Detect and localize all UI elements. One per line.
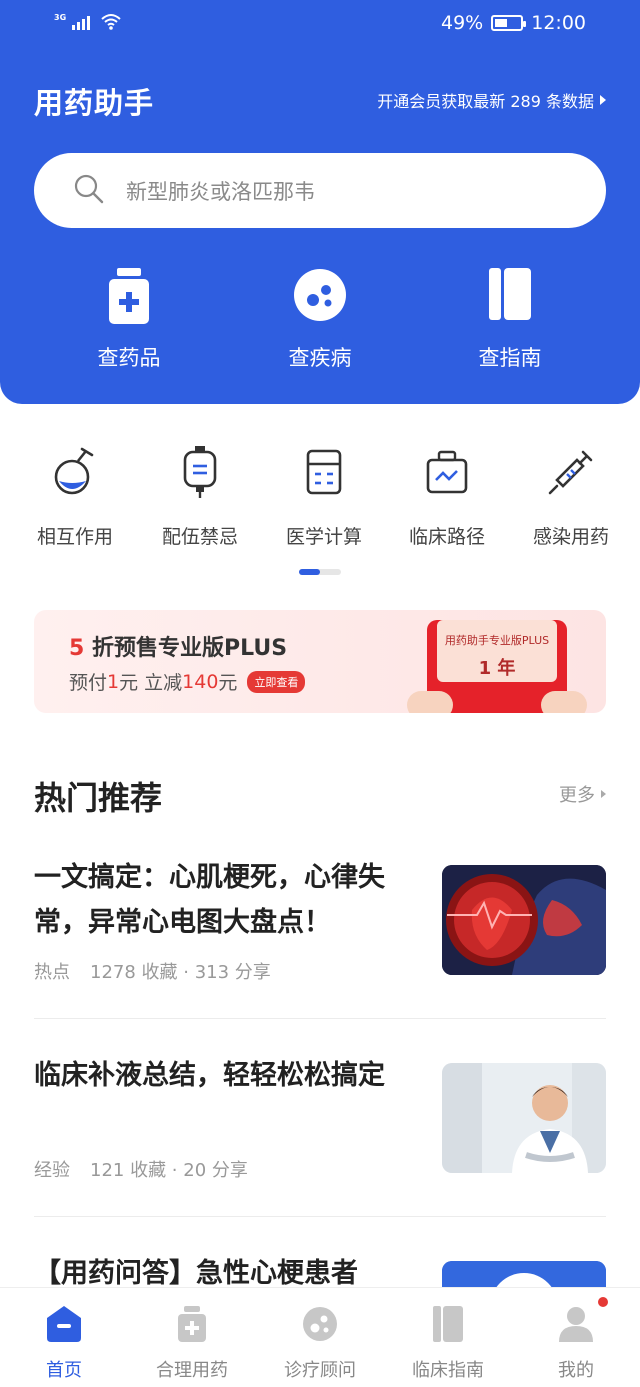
- quick-search-disease[interactable]: 查疾病: [225, 268, 415, 372]
- article-stats: 121 收藏 · 20 分享: [90, 1160, 248, 1181]
- tab-profile-label: 我的: [558, 1360, 594, 1381]
- hand-right-icon: [541, 691, 587, 713]
- article-thumbnail-doctor: [442, 1063, 606, 1173]
- section-title: 热门推荐: [34, 779, 163, 817]
- promo-banner[interactable]: 5 折预售专业版PLUS 预付 1 元 立减 140 元 立即查看 用药助手专业…: [34, 610, 606, 713]
- promo-reduce-text: 元 立减: [119, 672, 183, 694]
- app-title: 用药助手: [34, 86, 155, 120]
- medicine-icon: [177, 1306, 207, 1344]
- iv-bag-icon: [182, 446, 218, 502]
- article-tag: 经验: [34, 1160, 70, 1181]
- promo-card: 用药助手专业版PLUS 1 年: [437, 620, 557, 682]
- promo-card-term: 1 年: [478, 658, 516, 679]
- tools-row: 相互作用 配伍禁忌 医学计算 临床路径 感染用药: [0, 444, 640, 554]
- search-input[interactable]: 新型肺炎或洛匹那韦: [34, 153, 606, 228]
- tab-profile[interactable]: 我的: [512, 1297, 640, 1382]
- battery-percent: 49%: [441, 12, 484, 34]
- tab-rational-medication-label: 合理用药: [156, 1360, 228, 1381]
- status-bar: 3G 49% 12:00: [0, 0, 640, 48]
- quick-search-guide-label: 查指南: [478, 346, 542, 370]
- promo-envelope-illustration: 用药助手专业版PLUS 1 年: [407, 620, 587, 713]
- article-thumbnail-heart: [442, 865, 606, 975]
- promo-prepay-amount: 1: [107, 670, 120, 693]
- tool-infection[interactable]: 感染用药: [509, 444, 633, 549]
- bottom-tab-bar: 首页 合理用药 诊疗顾问 临床指南 我的: [0, 1287, 640, 1387]
- profile-icon: [559, 1306, 593, 1344]
- promo-unit-text: 元: [218, 672, 238, 694]
- battery-icon: [491, 15, 527, 31]
- syringe-icon: [547, 448, 595, 500]
- article-item[interactable]: 【用药问答】急性心梗患者: [34, 1251, 606, 1371]
- quick-search-medicine-label: 查药品: [97, 346, 161, 370]
- tool-clinical-path-label: 临床路径: [408, 526, 485, 548]
- promo-title: 5 折预售专业版PLUS: [69, 630, 287, 662]
- tool-calculator-label: 医学计算: [285, 526, 362, 548]
- promo-view-button[interactable]: 立即查看: [247, 670, 306, 693]
- medicine-bottle-icon: [107, 268, 151, 330]
- promo-card-title: 用药助手专业版PLUS: [444, 634, 550, 647]
- kit-icon: [426, 450, 468, 498]
- book-icon: [489, 268, 531, 330]
- notification-dot: [598, 1297, 608, 1307]
- divider: [34, 1018, 606, 1019]
- flask-icon: [52, 447, 98, 501]
- quick-search-guide[interactable]: 查指南: [415, 268, 605, 372]
- tab-consultant-label: 诊疗顾问: [284, 1360, 356, 1381]
- tab-consultant[interactable]: 诊疗顾问: [256, 1306, 384, 1382]
- tab-home-label: 首页: [46, 1360, 82, 1381]
- quick-search-medicine[interactable]: 查药品: [34, 268, 224, 372]
- header: 3G 49% 12:00 用药助手 开通会员获取最新 289 条数据 新型肺炎或…: [0, 0, 640, 404]
- tab-rational-medication[interactable]: 合理用药: [128, 1306, 256, 1382]
- section-more-link[interactable]: 更多: [559, 781, 606, 807]
- search-placeholder: 新型肺炎或洛匹那韦: [126, 179, 315, 204]
- tab-clinical-guide[interactable]: 临床指南: [384, 1306, 512, 1382]
- article-stats: 1278 收藏 · 313 分享: [90, 962, 271, 983]
- tab-home[interactable]: 首页: [0, 1306, 128, 1382]
- tool-interaction-label: 相互作用: [36, 526, 113, 548]
- section-more-label: 更多: [559, 785, 595, 806]
- promo-prepay-text: 预付: [69, 672, 108, 694]
- calculator-icon: [306, 449, 342, 499]
- signal-icon: [72, 14, 94, 34]
- promo-title-text: 折预售专业版PLUS: [84, 636, 288, 661]
- article-title: 临床补液总结，轻轻松松搞定: [34, 1060, 385, 1091]
- promo-reduce-amount: 140: [182, 670, 219, 693]
- chevron-right-icon: [601, 790, 606, 798]
- hand-left-icon: [407, 691, 453, 713]
- member-link[interactable]: 开通会员获取最新 289 条数据: [377, 88, 606, 112]
- consult-icon: [302, 1306, 338, 1344]
- tool-infection-label: 感染用药: [532, 526, 609, 548]
- page-indicator: [299, 569, 341, 575]
- quick-search-disease-label: 查疾病: [288, 346, 352, 370]
- tool-clinical-path[interactable]: 临床路径: [385, 444, 509, 549]
- divider: [34, 1216, 606, 1217]
- tab-clinical-guide-label: 临床指南: [412, 1360, 484, 1381]
- virus-icon: [293, 268, 347, 330]
- promo-subtitle: 预付 1 元 立减 140 元 立即查看: [69, 668, 306, 695]
- tool-compatibility-label: 配伍禁忌: [161, 526, 238, 548]
- article-item[interactable]: 一文搞定：心肌梗死，心律失常，异常心电图大盘点！ 热点 1278 收藏 · 313…: [34, 855, 606, 985]
- guide-icon: [433, 1306, 463, 1344]
- search-icon: [74, 174, 104, 208]
- clock: 12:00: [531, 12, 586, 34]
- network-type: 3G: [54, 13, 67, 22]
- chevron-right-icon: [600, 95, 606, 105]
- article-tag: 热点: [34, 962, 70, 983]
- promo-discount: 5: [69, 636, 85, 661]
- article-item[interactable]: 临床补液总结，轻轻松松搞定 经验 121 收藏 · 20 分享: [34, 1053, 606, 1183]
- article-meta: 经验 121 收藏 · 20 分享: [34, 1156, 248, 1182]
- article-title: 一文搞定：心肌梗死，心律失常，异常心电图大盘点！: [34, 862, 385, 938]
- member-link-label: 开通会员获取最新 289 条数据: [377, 92, 594, 111]
- tool-interaction[interactable]: 相互作用: [13, 444, 137, 549]
- tool-calculator[interactable]: 医学计算: [262, 444, 386, 549]
- wifi-icon: [100, 12, 122, 34]
- page-indicator-active: [299, 569, 320, 575]
- article-meta: 热点 1278 收藏 · 313 分享: [34, 958, 271, 984]
- tool-compatibility[interactable]: 配伍禁忌: [138, 444, 262, 549]
- home-icon: [47, 1306, 81, 1344]
